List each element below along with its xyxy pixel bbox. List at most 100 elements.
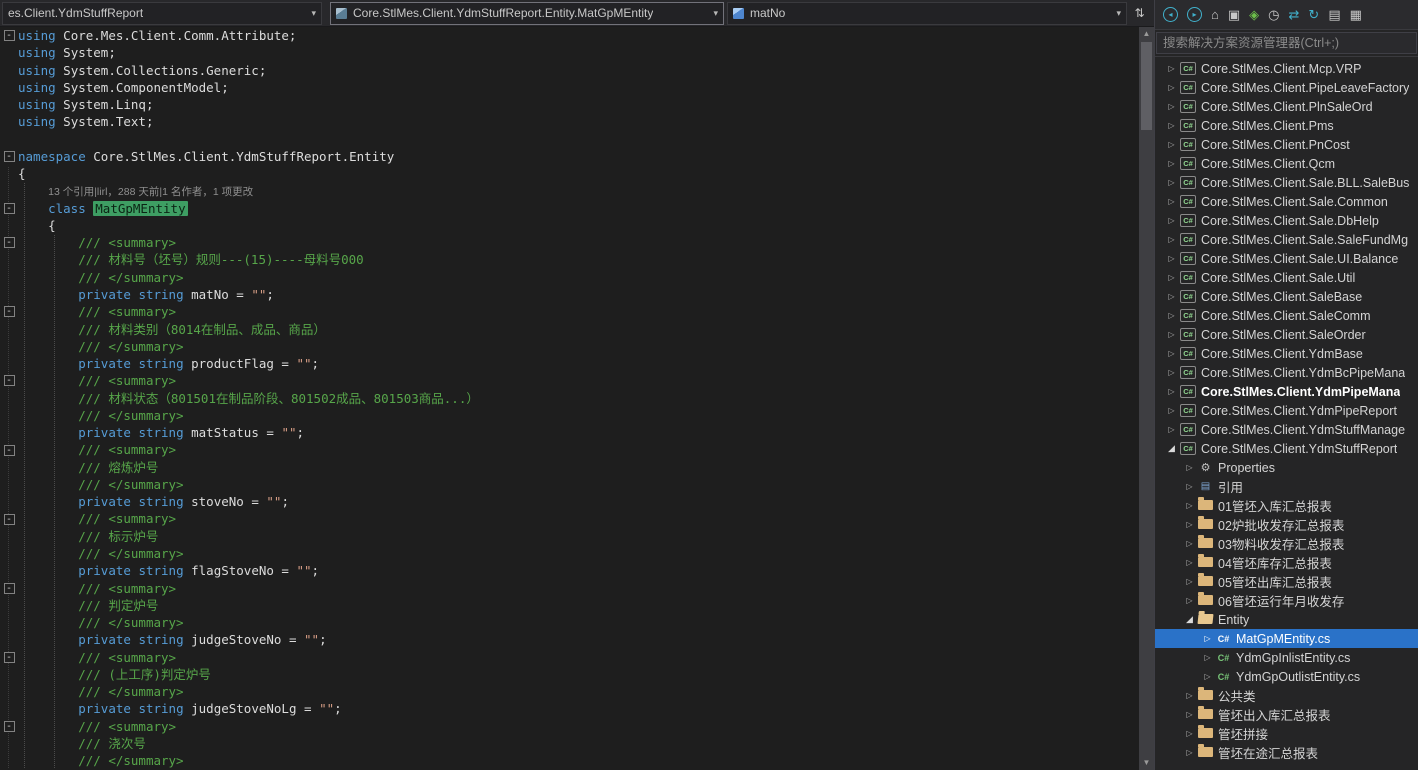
expand-arrow-icon[interactable]: ▷ <box>1165 178 1178 187</box>
expand-arrow-icon[interactable]: ▷ <box>1183 710 1196 719</box>
expand-arrow-icon[interactable]: ▷ <box>1165 273 1178 282</box>
expand-arrow-icon[interactable]: ▷ <box>1165 368 1178 377</box>
expand-arrow-icon[interactable]: ▷ <box>1201 653 1214 662</box>
expand-arrow-icon[interactable]: ▷ <box>1165 140 1178 149</box>
collapse-all-icon[interactable]: ▤ <box>1328 8 1340 21</box>
tree-item[interactable]: ▷C#Core.StlMes.Client.YdmBcPipeMana <box>1155 363 1418 382</box>
tree-item[interactable]: ▷C#Core.StlMes.Client.PlnSaleOrd <box>1155 97 1418 116</box>
fold-collapse-icon[interactable]: - <box>4 237 15 248</box>
expand-arrow-icon[interactable]: ▷ <box>1165 406 1178 415</box>
expand-arrow-icon[interactable]: ▷ <box>1201 672 1214 681</box>
tree-item[interactable]: ▷公共类 <box>1155 686 1418 705</box>
collapse-arrow-icon[interactable]: ◢ <box>1183 614 1196 625</box>
fold-collapse-icon[interactable]: - <box>4 514 15 525</box>
tree-item[interactable]: ▷C#Core.StlMes.Client.Sale.DbHelp <box>1155 211 1418 230</box>
fold-collapse-icon[interactable]: - <box>4 203 15 214</box>
type-dropdown[interactable]: Core.StlMes.Client.YdmStuffReport.Entity… <box>330 2 724 25</box>
tree-item[interactable]: ◢Entity <box>1155 610 1418 629</box>
expand-arrow-icon[interactable]: ▷ <box>1183 748 1196 757</box>
expand-arrow-icon[interactable]: ▷ <box>1201 634 1214 643</box>
scroll-down-icon[interactable]: ▼ <box>1143 756 1151 770</box>
expand-arrow-icon[interactable]: ▷ <box>1183 729 1196 738</box>
project-dropdown[interactable]: es.Client.YdmStuffReport ▾ <box>2 2 322 25</box>
expand-arrow-icon[interactable]: ▷ <box>1165 121 1178 130</box>
fold-collapse-icon[interactable]: - <box>4 151 15 162</box>
tree-item[interactable]: ▷C#Core.StlMes.Client.YdmBase <box>1155 344 1418 363</box>
tree-item[interactable]: ▷C#Core.StlMes.Client.Sale.Common <box>1155 192 1418 211</box>
expand-arrow-icon[interactable]: ▷ <box>1183 463 1196 472</box>
tree-item[interactable]: ▷C#Core.StlMes.Client.Qcm <box>1155 154 1418 173</box>
tree-item[interactable]: ▷▤引用 <box>1155 477 1418 496</box>
back-icon[interactable]: ◂ <box>1163 7 1178 22</box>
tree-item[interactable]: ▷C#Core.StlMes.Client.YdmPipeReport <box>1155 401 1418 420</box>
expand-arrow-icon[interactable]: ▷ <box>1165 159 1178 168</box>
fold-collapse-icon[interactable]: - <box>4 583 15 594</box>
search-input[interactable] <box>1156 32 1417 54</box>
sync-icon[interactable]: ⇄ <box>1289 8 1300 21</box>
history-icon[interactable]: ◷ <box>1268 8 1279 21</box>
scroll-up-icon[interactable]: ▲ <box>1143 27 1151 41</box>
expand-arrow-icon[interactable]: ▷ <box>1165 197 1178 206</box>
fold-collapse-icon[interactable]: - <box>4 652 15 663</box>
fold-collapse-icon[interactable]: - <box>4 375 15 386</box>
home-icon[interactable]: ⌂ <box>1211 8 1219 21</box>
expand-arrow-icon[interactable]: ▷ <box>1165 425 1178 434</box>
expand-arrow-icon[interactable]: ▷ <box>1165 254 1178 263</box>
show-all-files-icon[interactable]: ▦ <box>1350 8 1362 21</box>
code-editor[interactable]: -using Core.Mes.Client.Comm.Attribute;us… <box>0 27 1154 770</box>
expand-arrow-icon[interactable]: ▷ <box>1183 482 1196 491</box>
fold-collapse-icon[interactable]: - <box>4 445 15 456</box>
tree-item[interactable]: ▷02炉批收发存汇总报表 <box>1155 515 1418 534</box>
fold-collapse-icon[interactable]: - <box>4 721 15 732</box>
tree-item[interactable]: ▷C#MatGpMEntity.cs <box>1155 629 1418 648</box>
expand-arrow-icon[interactable]: ▷ <box>1165 102 1178 111</box>
expand-arrow-icon[interactable]: ▷ <box>1183 558 1196 567</box>
tree-item[interactable]: ▷C#Core.StlMes.Client.Sale.UI.Balance <box>1155 249 1418 268</box>
expand-arrow-icon[interactable]: ▷ <box>1183 691 1196 700</box>
switch-views-icon[interactable]: ▣ <box>1228 8 1240 21</box>
tree-item[interactable]: ▷C#Core.StlMes.Client.PipeLeaveFactory <box>1155 78 1418 97</box>
expand-arrow-icon[interactable]: ▷ <box>1183 596 1196 605</box>
expand-arrow-icon[interactable]: ▷ <box>1165 235 1178 244</box>
tree-item[interactable]: ▷C#Core.StlMes.Client.Sale.SaleFundMg <box>1155 230 1418 249</box>
tree-item[interactable]: ▷C#Core.StlMes.Client.Mcp.VRP <box>1155 59 1418 78</box>
expand-arrow-icon[interactable]: ▷ <box>1165 64 1178 73</box>
collapse-arrow-icon[interactable]: ◢ <box>1165 443 1178 454</box>
expand-arrow-icon[interactable]: ▷ <box>1165 387 1178 396</box>
expand-arrow-icon[interactable]: ▷ <box>1165 311 1178 320</box>
expand-arrow-icon[interactable]: ▷ <box>1183 520 1196 529</box>
expand-arrow-icon[interactable]: ▷ <box>1165 83 1178 92</box>
tree-item[interactable]: ▷管坯出入库汇总报表 <box>1155 705 1418 724</box>
tree-item[interactable]: ▷管坯在途汇总报表 <box>1155 743 1418 762</box>
tree-item[interactable]: ▷C#Core.StlMes.Client.Pms <box>1155 116 1418 135</box>
fold-collapse-icon[interactable]: - <box>4 306 15 317</box>
scrollbar-thumb[interactable] <box>1141 42 1152 130</box>
expand-arrow-icon[interactable]: ▷ <box>1165 349 1178 358</box>
tree-item[interactable]: ▷C#Core.StlMes.Client.PnCost <box>1155 135 1418 154</box>
tree-item[interactable]: ▷C#Core.StlMes.Client.SaleComm <box>1155 306 1418 325</box>
expand-arrow-icon[interactable]: ▷ <box>1165 216 1178 225</box>
forward-icon[interactable]: ▸ <box>1187 7 1202 22</box>
tree-item[interactable]: ▷C#Core.StlMes.Client.SaleBase <box>1155 287 1418 306</box>
tree-item[interactable]: ▷C#Core.StlMes.Client.Sale.BLL.SaleBus <box>1155 173 1418 192</box>
editor-scrollbar[interactable]: ▲ ▼ <box>1139 27 1154 770</box>
refresh-icon[interactable]: ↻ <box>1308 8 1319 21</box>
tree-item[interactable]: ▷06管坯运行年月收发存 <box>1155 591 1418 610</box>
tree-item[interactable]: ▷管坯拼接 <box>1155 724 1418 743</box>
tree-item[interactable]: ▷C#YdmGpOutlistEntity.cs <box>1155 667 1418 686</box>
tree-item[interactable]: ▷⚙Properties <box>1155 458 1418 477</box>
split-editor-icon[interactable]: ⇅ <box>1127 6 1152 20</box>
tree-item[interactable]: ◢C#Core.StlMes.Client.YdmStuffReport <box>1155 439 1418 458</box>
tree-item[interactable]: ▷01管坯入库汇总报表 <box>1155 496 1418 515</box>
tree-item[interactable]: ▷04管坯库存汇总报表 <box>1155 553 1418 572</box>
fold-collapse-icon[interactable]: - <box>4 30 15 41</box>
expand-arrow-icon[interactable]: ▷ <box>1183 577 1196 586</box>
tree-item[interactable]: ▷05管坯出库汇总报表 <box>1155 572 1418 591</box>
tree-item[interactable]: ▷C#Core.StlMes.Client.YdmPipeMana <box>1155 382 1418 401</box>
expand-arrow-icon[interactable]: ▷ <box>1183 501 1196 510</box>
tree-item[interactable]: ▷C#Core.StlMes.Client.Sale.Util <box>1155 268 1418 287</box>
tree-item[interactable]: ▷C#Core.StlMes.Client.SaleOrder <box>1155 325 1418 344</box>
member-dropdown[interactable]: matNo ▾ <box>727 2 1127 25</box>
codelens-info[interactable]: 13 个引用|lirl，288 天前|1 名作者，1 项更改 <box>48 186 253 198</box>
tree-item[interactable]: ▷C#Core.StlMes.Client.YdmStuffManage <box>1155 420 1418 439</box>
